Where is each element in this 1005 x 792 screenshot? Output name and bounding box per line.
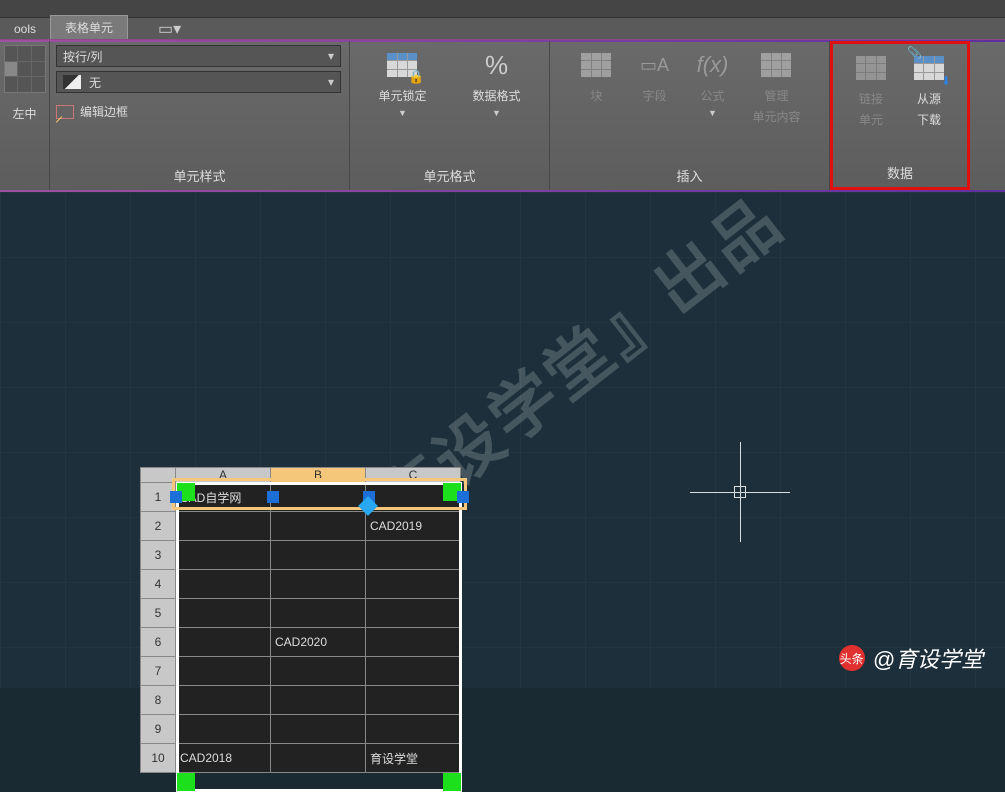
row-header[interactable]: 5: [141, 599, 176, 628]
tab-overflow-icon[interactable]: ▭▾: [158, 19, 181, 39]
logo-icon: 头条: [839, 645, 865, 671]
align-label: 左中: [12, 105, 36, 122]
grip-icon[interactable]: [177, 773, 195, 791]
cell[interactable]: [366, 570, 461, 599]
cell[interactable]: [271, 599, 366, 628]
panel-align: 左中: [0, 41, 50, 190]
corner-cell[interactable]: [141, 468, 176, 483]
grip-icon[interactable]: [443, 773, 461, 791]
panel-title: 插入: [556, 163, 823, 188]
table-row[interactable]: 8: [141, 686, 461, 715]
table-row[interactable]: 10 CAD2018 育设学堂: [141, 744, 461, 773]
cad-table[interactable]: A B C 1 CAD自学网 2 CAD20193 4 5 6 CAD2020 …: [140, 467, 461, 773]
col-header-a[interactable]: A: [176, 468, 271, 483]
cell[interactable]: [176, 686, 271, 715]
data-format-button[interactable]: % 数据格式▼: [465, 45, 529, 120]
cell[interactable]: [366, 686, 461, 715]
cell[interactable]: [176, 570, 271, 599]
table-row[interactable]: 7: [141, 657, 461, 686]
column-header-row: A B C: [141, 468, 461, 483]
merge-mode-combo[interactable]: 按行/列: [56, 45, 341, 67]
alignment-grid-icon[interactable]: [4, 45, 46, 93]
panel-data: 链接单元 ⬇ 从源下载 数据: [830, 41, 970, 190]
col-header-c[interactable]: C: [366, 468, 461, 483]
row-header[interactable]: 3: [141, 541, 176, 570]
row-header[interactable]: 8: [141, 686, 176, 715]
panel-title: 单元样式: [56, 163, 343, 188]
cell[interactable]: [176, 628, 271, 657]
cell[interactable]: CAD2019: [366, 512, 461, 541]
insert-field-button[interactable]: ▭A 字段: [628, 45, 680, 106]
table-row[interactable]: 1 CAD自学网: [141, 483, 461, 512]
cell[interactable]: [176, 657, 271, 686]
cell[interactable]: [366, 628, 461, 657]
insert-formula-button[interactable]: f(x) 公式▼: [686, 45, 738, 120]
fill-combo[interactable]: 无: [56, 71, 341, 93]
panel-title: 数据: [839, 160, 961, 185]
table-row[interactable]: 5: [141, 599, 461, 628]
row-header[interactable]: 1: [141, 483, 176, 512]
panel-cell-style: 按行/列 无 编辑边框 单元样式: [50, 41, 350, 190]
cell[interactable]: [271, 657, 366, 686]
ribbon: 左中 按行/列 无 编辑边框 单元样式 单元锁定▼ % 数据格式▼ 单元格式: [0, 40, 1005, 192]
table-row[interactable]: 3: [141, 541, 461, 570]
tab-table-cell[interactable]: 表格单元: [50, 15, 128, 39]
tab-tools[interactable]: ools: [0, 19, 50, 39]
cell[interactable]: [271, 744, 366, 773]
table-row[interactable]: 2 CAD2019: [141, 512, 461, 541]
cell[interactable]: [176, 541, 271, 570]
row-header[interactable]: 2: [141, 512, 176, 541]
cell[interactable]: [366, 715, 461, 744]
cell[interactable]: CAD2020: [271, 628, 366, 657]
table-row[interactable]: 4: [141, 570, 461, 599]
edit-border-button[interactable]: 编辑边框: [56, 103, 343, 120]
cell[interactable]: [366, 541, 461, 570]
panel-cell-format: 单元锁定▼ % 数据格式▼ 单元格式: [350, 41, 550, 190]
panel-title: 单元格式: [356, 163, 543, 188]
table-row[interactable]: 6 CAD2020: [141, 628, 461, 657]
credit: 头条 @育设学堂: [839, 642, 983, 674]
cell[interactable]: [176, 715, 271, 744]
insert-block-button[interactable]: 块: [570, 45, 622, 106]
cell[interactable]: [366, 657, 461, 686]
cell[interactable]: [271, 541, 366, 570]
cell[interactable]: [176, 599, 271, 628]
cell[interactable]: [271, 483, 366, 512]
cell-lock-button[interactable]: 单元锁定▼: [370, 45, 434, 120]
cell[interactable]: 育设学堂: [366, 744, 461, 773]
panel-insert: 块 ▭A 字段 f(x) 公式▼ 管理单元内容 插入: [550, 41, 830, 190]
row-header[interactable]: 7: [141, 657, 176, 686]
row-header[interactable]: 9: [141, 715, 176, 744]
cell[interactable]: CAD2018: [176, 744, 271, 773]
cell[interactable]: [271, 512, 366, 541]
cell[interactable]: [271, 715, 366, 744]
row-header[interactable]: 10: [141, 744, 176, 773]
menu-bar: [0, 0, 1005, 18]
row-header[interactable]: 4: [141, 570, 176, 599]
cell[interactable]: CAD自学网: [176, 483, 271, 512]
cell[interactable]: [271, 570, 366, 599]
cell[interactable]: [176, 512, 271, 541]
link-cell-button[interactable]: 链接单元: [845, 48, 897, 130]
cell[interactable]: [366, 599, 461, 628]
manage-cell-content-button[interactable]: 管理单元内容: [744, 45, 808, 127]
col-header-b[interactable]: B: [271, 468, 366, 483]
download-from-source-button[interactable]: ⬇ 从源下载: [903, 48, 955, 130]
cell[interactable]: [271, 686, 366, 715]
table-row[interactable]: 9: [141, 715, 461, 744]
drawing-canvas[interactable]: 『育设学堂』出品 A B C 1 CAD自学网 2 CAD20193 4 5 6…: [0, 192, 1005, 688]
row-header[interactable]: 6: [141, 628, 176, 657]
cell[interactable]: [366, 483, 461, 512]
ribbon-tabs: ools 表格单元 ▭▾: [0, 18, 1005, 40]
